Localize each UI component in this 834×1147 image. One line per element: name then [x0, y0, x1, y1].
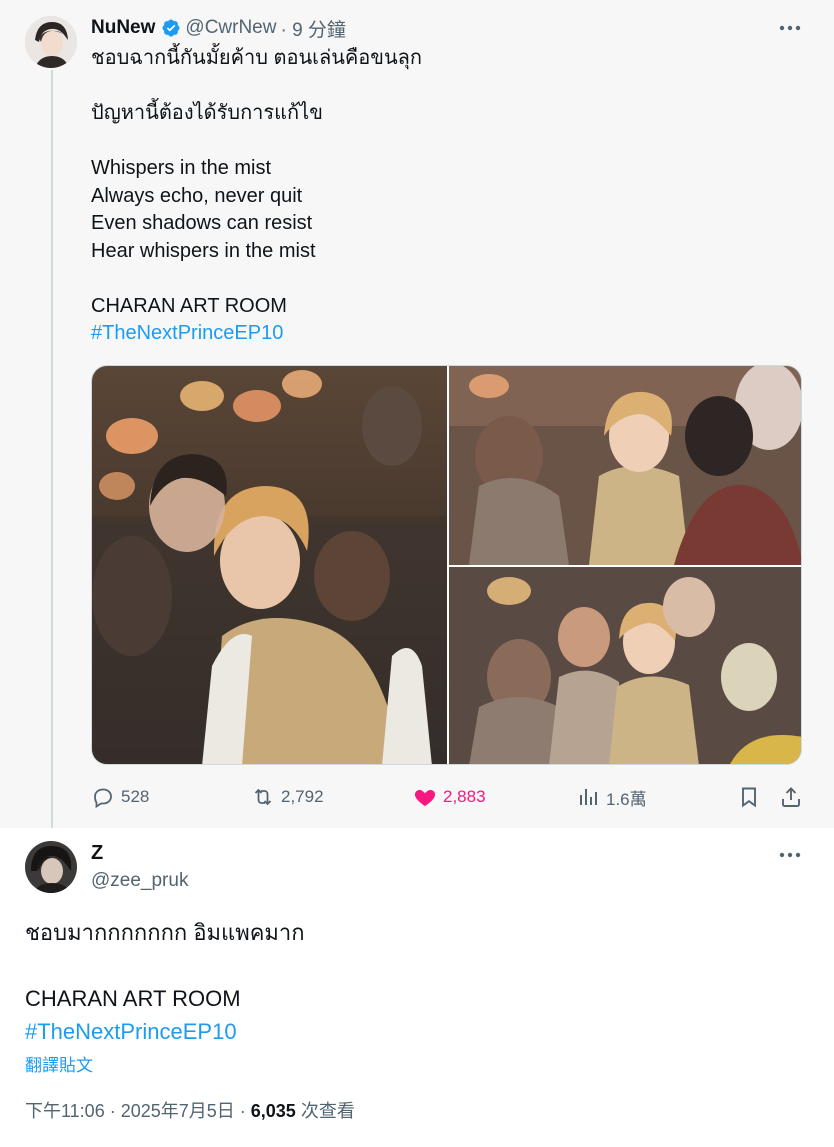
bookmark-button[interactable] — [737, 782, 761, 812]
tweet-text-line: Even shadows can resist — [91, 212, 313, 234]
nunew-avatar[interactable] — [25, 16, 77, 68]
tweet-text-line: ชอบมากกกกกกก อิมแพคมาก — [25, 920, 305, 945]
tweet-media-grid — [91, 365, 802, 765]
parent-tweet-header: NuNew @CwrNew · 9 分鐘 — [91, 14, 346, 42]
tweet-text-line: Hear whispers in the mist — [91, 239, 316, 262]
translate-post-link[interactable]: 翻譯貼文 — [25, 1051, 93, 1076]
like-heart-icon — [414, 790, 436, 806]
share-button[interactable] — [779, 782, 803, 812]
tweet-text-line: Whispers in the mist — [91, 157, 272, 179]
tweet-text-line — [25, 949, 805, 982]
tweet-text-line: CHARAN ART ROOM — [91, 294, 287, 317]
tweet-text-line: ชอบฉากนี้กันมั้ยค้าบ ตอนเล่นคือขนลุก — [91, 47, 422, 69]
parent-tweet[interactable]: NuNew @CwrNew · 9 分鐘 ชอบฉากนี้กันมั้ยค้า… — [0, 0, 834, 828]
hashtag-link[interactable]: #TheNextPrinceEP10 — [91, 320, 791, 348]
bookmark-icon — [742, 787, 756, 808]
retweet-icon — [254, 788, 272, 806]
tweet-text-line — [91, 73, 791, 101]
author-display-name[interactable]: Z — [91, 842, 103, 865]
tweet-text-line — [91, 128, 791, 156]
verified-badge-icon — [161, 18, 181, 38]
views-count: 1.6萬 — [606, 789, 647, 809]
tweet-thread-page: NuNew @CwrNew · 9 分鐘 ชอบฉากนี้กันมั้ยค้า… — [0, 0, 834, 1147]
main-tweet-text: ชอบมากกกกกกก อิมแพคมาก CHARAN ART ROOM #… — [25, 916, 805, 1048]
author-handle[interactable]: @CwrNew — [185, 17, 276, 39]
tweet-meta: 下午11:06 · 2025年7月5日 · 6,035 次查看 — [25, 1097, 355, 1123]
tweet-timestamp[interactable]: 下午11:06 · 2025年7月5日 · — [25, 1101, 251, 1121]
retweet-count: 2,792 — [281, 787, 324, 806]
media-photo-3[interactable] — [449, 567, 801, 764]
parent-tweet-text: ชอบฉากนี้กันมั้ยค้าบ ตอนเล่นคือขนลุก ปัญ… — [91, 45, 791, 348]
views-button[interactable]: 1.6萬 — [576, 782, 647, 812]
tweet-text-line: Always echo, never quit — [91, 184, 303, 207]
tweet-text-line: CHARAN ART ROOM — [25, 986, 241, 1011]
view-count: 6,035 — [250, 1101, 296, 1121]
parent-tweet-action-bar: 528 2,792 2,883 1.6萬 — [91, 782, 802, 812]
reply-icon — [94, 788, 112, 809]
reply-count: 528 — [121, 787, 150, 806]
more-options-icon[interactable] — [778, 16, 802, 40]
more-options-icon[interactable] — [778, 843, 802, 867]
view-count-label: 次查看 — [295, 1101, 355, 1121]
media-photo-2[interactable] — [449, 366, 801, 565]
tweet-text-line — [91, 265, 791, 293]
tweet-time[interactable]: · 9 分鐘 — [280, 15, 345, 42]
author-handle[interactable]: @zee_pruk — [91, 870, 188, 892]
views-chart-icon — [580, 789, 597, 805]
retweet-button[interactable]: 2,792 — [251, 782, 324, 812]
zee-avatar[interactable] — [25, 841, 77, 893]
media-photo-1[interactable] — [92, 366, 447, 764]
share-icon — [782, 787, 800, 807]
like-button[interactable]: 2,883 — [413, 782, 486, 812]
thread-connector-line — [51, 70, 53, 828]
hashtag-link[interactable]: #TheNextPrinceEP10 — [25, 1015, 805, 1048]
like-count: 2,883 — [443, 787, 486, 806]
reply-button[interactable]: 528 — [91, 782, 149, 812]
author-display-name[interactable]: NuNew — [91, 17, 155, 39]
tweet-text-line: ปัญหานี้ต้องได้รับการแก้ไข — [91, 102, 323, 124]
